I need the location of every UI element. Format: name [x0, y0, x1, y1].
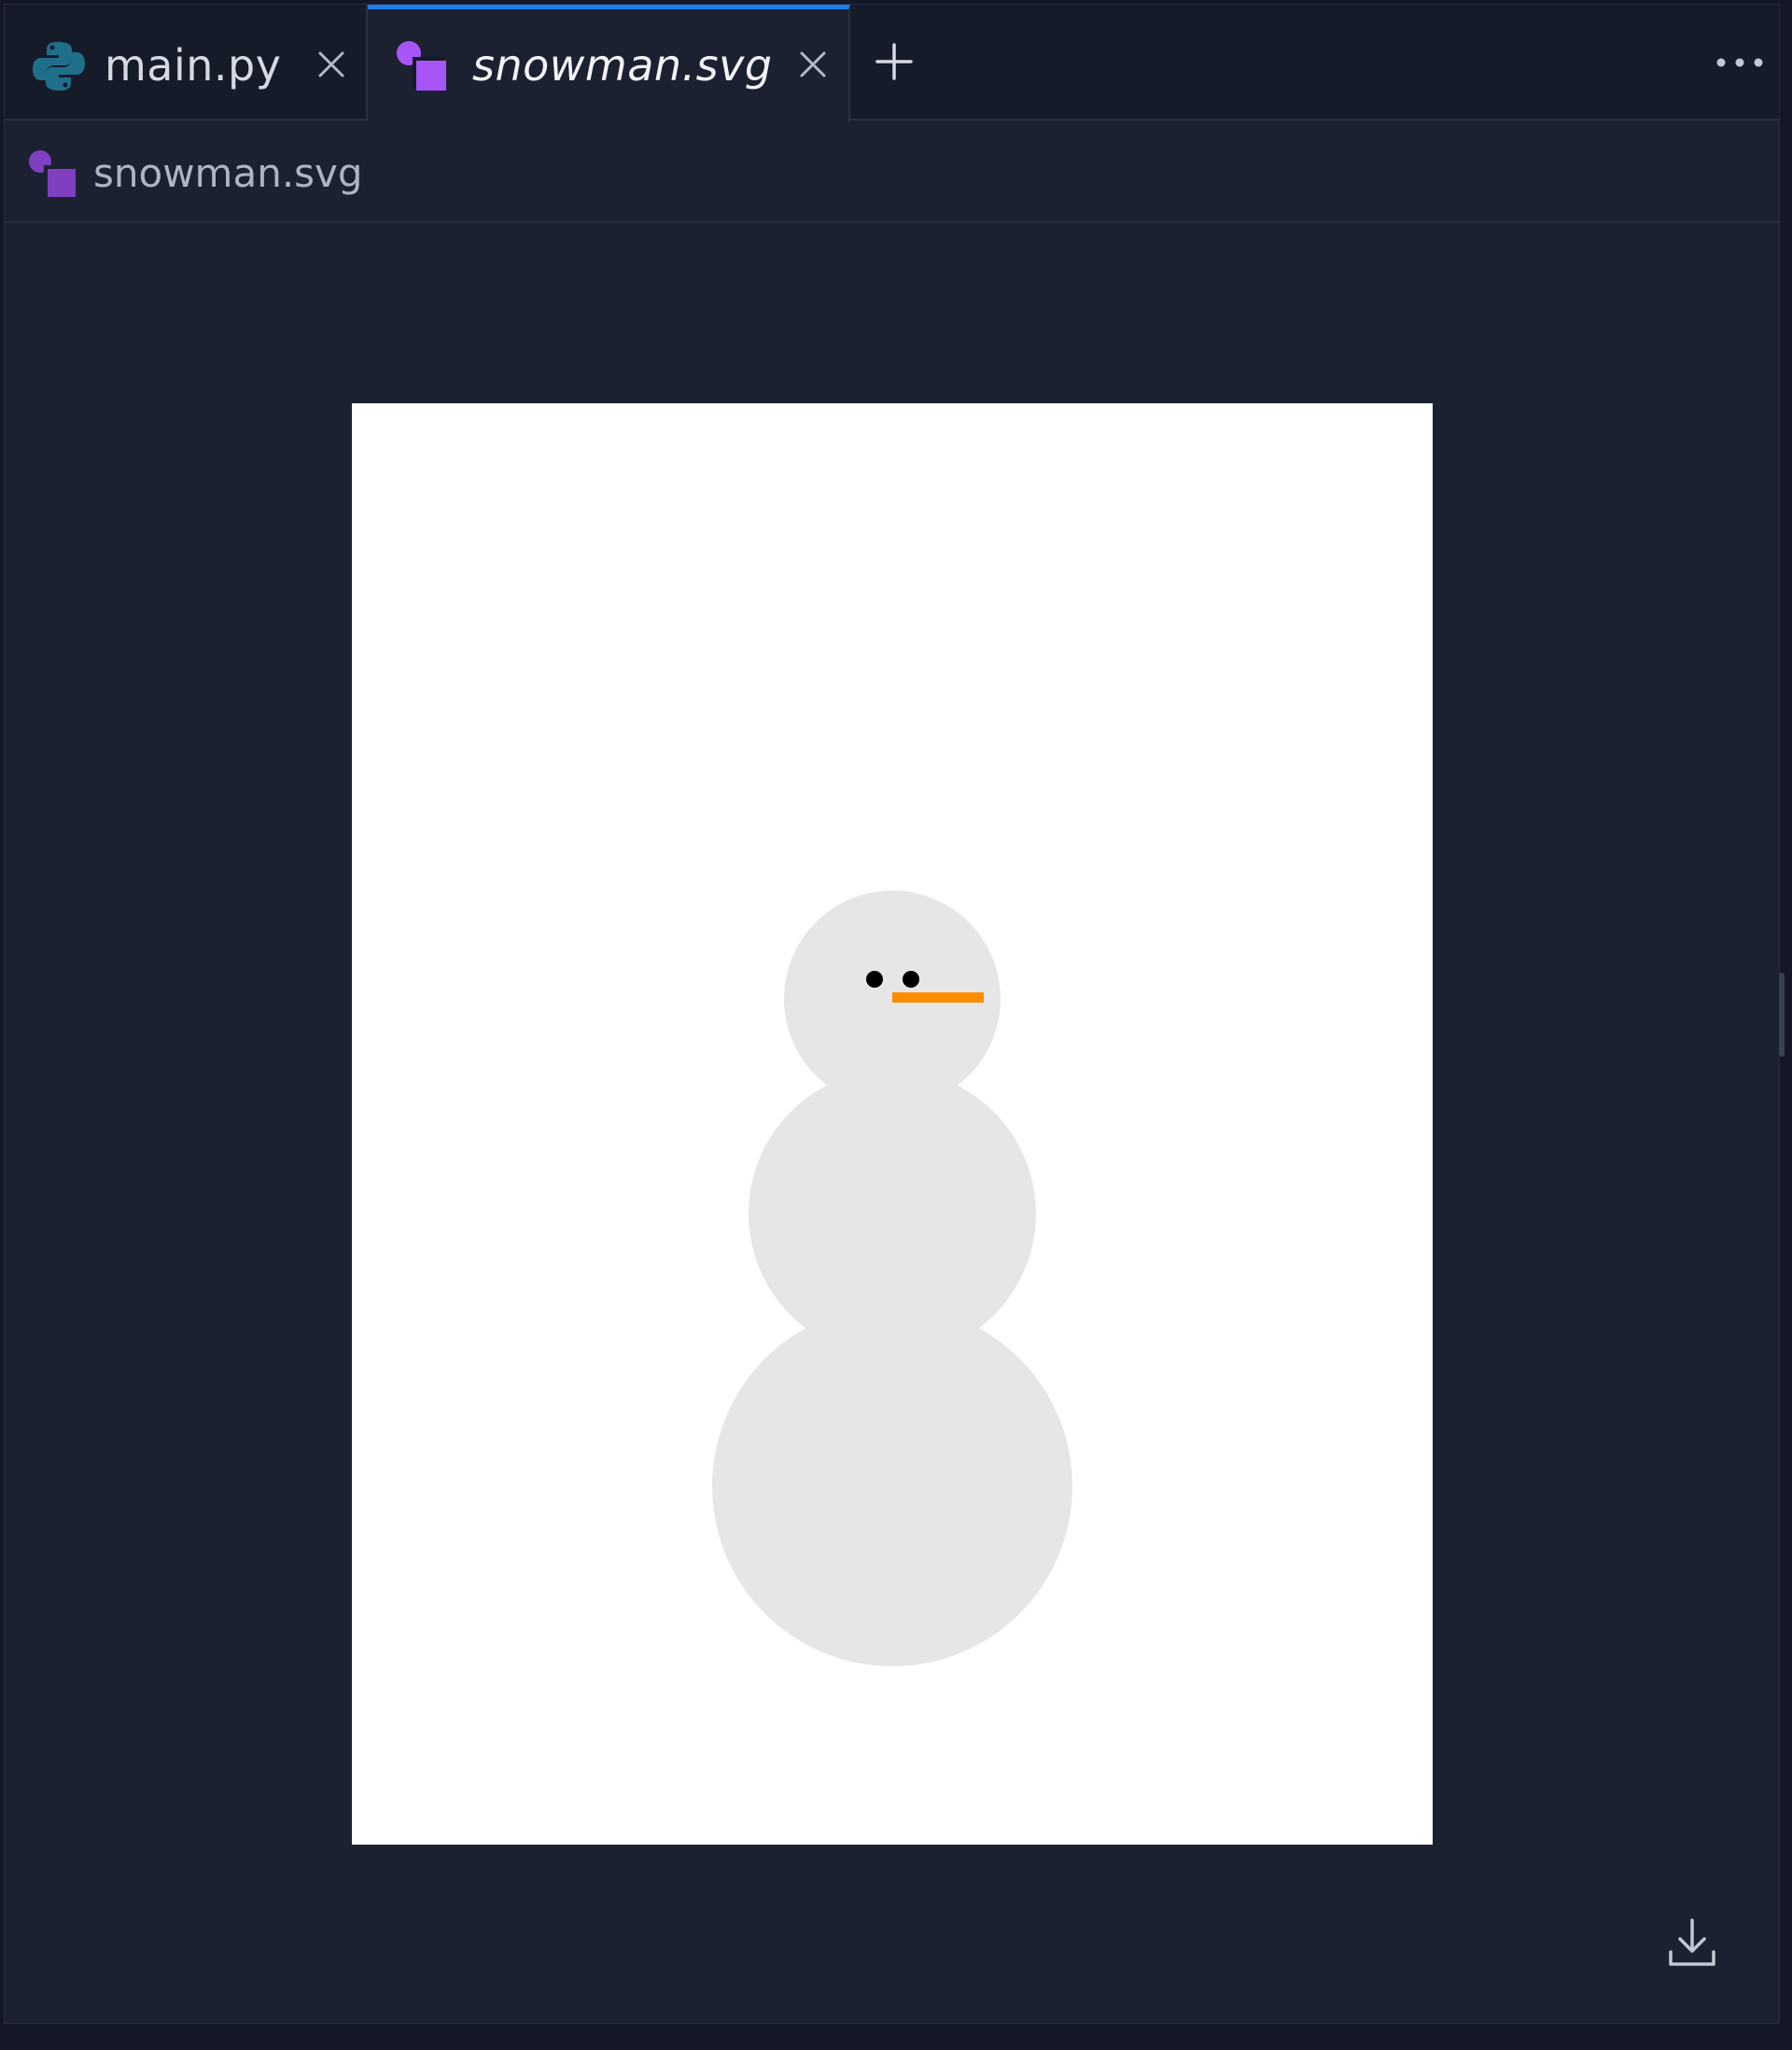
plus-icon[interactable]: [875, 42, 914, 81]
tab-snowman-svg[interactable]: snowman.svg: [368, 5, 850, 122]
tab-label: main.py: [105, 40, 282, 91]
snowman-bottom-ball: [712, 1306, 1072, 1666]
snowman-middle-ball: [749, 1070, 1036, 1357]
svg-file-icon: [397, 41, 446, 91]
breadcrumb-label: snowman.svg: [93, 150, 363, 196]
more-horizontal-icon[interactable]: [1715, 53, 1765, 72]
close-icon[interactable]: [796, 48, 830, 81]
editor-window: main.py snowman.svg snowman.svg: [4, 4, 1780, 2024]
snowman-nose: [892, 992, 984, 1003]
close-icon[interactable]: [315, 48, 348, 81]
tab-bar: main.py snowman.svg: [5, 5, 1779, 122]
snowman-left-eye: [866, 971, 883, 988]
download-icon[interactable]: [1664, 1915, 1720, 1971]
svg-file-icon: [29, 150, 76, 197]
snowman-drawing: [712, 891, 1072, 1666]
python-icon: [33, 42, 85, 91]
tab-main-py[interactable]: main.py: [5, 5, 368, 120]
tab-label: snowman.svg: [472, 40, 773, 91]
breadcrumb: snowman.svg: [5, 120, 1779, 223]
svg-preview-canvas: [352, 403, 1433, 1845]
scrollbar-thumb[interactable]: [1779, 973, 1785, 1057]
snowman-right-eye: [903, 971, 919, 988]
